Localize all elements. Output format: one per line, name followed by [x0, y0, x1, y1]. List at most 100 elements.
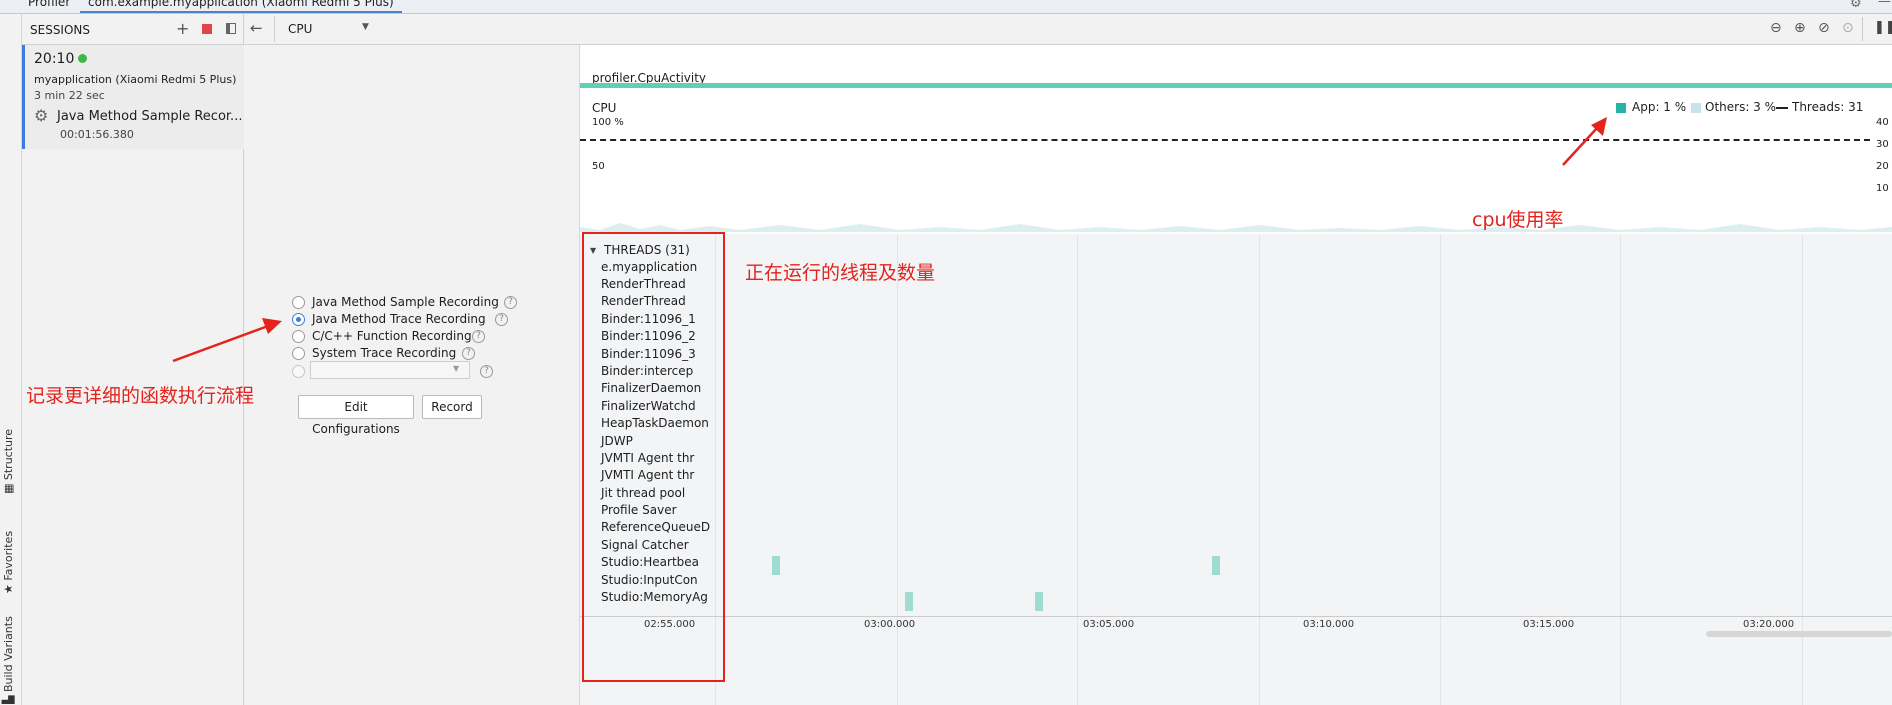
option-system-trace-label: System Trace Recording: [312, 346, 457, 360]
radio-system-trace[interactable]: [292, 347, 305, 360]
right-axis-40: 40: [1876, 117, 1889, 128]
app-legend-label: App: 1 %: [1632, 100, 1687, 114]
right-axis-30: 30: [1876, 139, 1889, 150]
right-axis-10: 10: [1876, 183, 1889, 194]
go-live-icon[interactable]: ⊙: [1842, 20, 1854, 36]
favorites-label: Favorites: [2, 530, 15, 581]
profiler-toolbar: ← CPU ▼: [244, 14, 580, 45]
toolbar-divider: [1862, 17, 1863, 41]
structure-label: Structure: [2, 428, 15, 481]
time-tick: 03:10.000: [1303, 619, 1355, 630]
sessions-panel: SESSIONS + 20:10 myapplication (Xiaomi R…: [22, 14, 244, 705]
threads-legend-swatch: [1776, 107, 1788, 109]
thread-activity-block[interactable]: [1035, 592, 1043, 611]
help-icon[interactable]: ?: [480, 365, 493, 378]
threads-chart: ▼ THREADS (31) e.myapplication RenderThr…: [580, 234, 1892, 705]
time-tick: 03:05.000: [1083, 619, 1135, 630]
recording-options-panel: Java Method Sample Recording ? Java Meth…: [244, 45, 580, 705]
activity-bar[interactable]: [580, 83, 1892, 88]
back-arrow-icon[interactable]: ←: [250, 19, 263, 37]
radio-java-trace[interactable]: [292, 313, 305, 326]
others-legend-label: Others: 3 %: [1705, 100, 1777, 114]
thread-activity-block[interactable]: [1212, 556, 1220, 575]
gridline: [1440, 234, 1441, 705]
option-java-sample-label: Java Method Sample Recording: [312, 295, 499, 309]
session-time: 20:10: [34, 51, 75, 67]
structure-tab[interactable]: ▦ Structure: [2, 429, 15, 494]
minimize-icon[interactable]: —: [1878, 0, 1891, 9]
timeline: profiler.CpuActivity CPU 100 % 50 40 30 …: [580, 45, 1892, 705]
star-icon: ★: [2, 580, 15, 594]
tab-session[interactable]: com.example.myapplication (Xiaomi Redmi …: [80, 0, 402, 13]
radio-custom-config[interactable]: [292, 365, 305, 378]
help-icon[interactable]: ?: [495, 313, 508, 326]
cpu-usage-area: [580, 223, 1892, 232]
thread-activity-block[interactable]: [772, 556, 780, 575]
help-icon[interactable]: ?: [462, 347, 475, 360]
zoom-out-icon[interactable]: ⊖: [1770, 20, 1782, 36]
threads-legend-label: Threads: 31: [1792, 100, 1864, 114]
time-tick: 03:15.000: [1523, 619, 1575, 630]
right-axis-20: 20: [1876, 161, 1889, 172]
monitor-selector[interactable]: CPU ▼: [278, 17, 378, 41]
others-legend-swatch: [1691, 103, 1701, 113]
build-variants-label: Build Variants: [2, 616, 15, 693]
session-app: myapplication (Xiaomi Redmi 5 Plus): [34, 73, 237, 86]
cpu-usage-annotation: cpu使用率: [1472, 209, 1564, 231]
time-tick: 03:00.000: [864, 619, 916, 630]
gear-icon[interactable]: ⚙: [1850, 0, 1862, 11]
gridline: [1077, 234, 1078, 705]
option-cpp-function-label: C/C++ Function Recording: [312, 329, 472, 343]
time-tick: 03:20.000: [1743, 619, 1795, 630]
cpu-label: CPU: [592, 101, 617, 115]
radio-cpp-function[interactable]: [292, 330, 305, 343]
recording-gear-icon: ⚙: [34, 106, 49, 125]
tab-profiler[interactable]: Profiler: [28, 0, 70, 9]
chevron-down-icon: ▼: [453, 364, 460, 373]
record-detail-annotation: 记录更详细的函数执行流程: [26, 385, 255, 407]
gridline: [897, 234, 898, 705]
threads-count-line: [580, 139, 1870, 141]
thread-activity-block[interactable]: [905, 592, 913, 611]
timeline-toolbar: ⊖ ⊕ ⊘ ⊙ ❚❚: [580, 14, 1892, 45]
y-axis-50: 50: [592, 161, 605, 172]
threads-highlight-box: [582, 232, 725, 682]
live-status-icon: [78, 54, 87, 63]
collapse-panel-icon[interactable]: [226, 23, 236, 34]
pause-icon[interactable]: ❚❚: [1874, 20, 1892, 35]
horizontal-scrollbar[interactable]: [1706, 631, 1892, 637]
tool-window-strip: ▦ Structure ★ Favorites ▙ Build Variants: [0, 14, 22, 705]
app-legend-swatch: [1616, 103, 1626, 113]
record-button[interactable]: Record: [422, 395, 482, 419]
structure-icon: ▦: [2, 480, 15, 494]
tab-bar: Profiler com.example.myapplication (Xiao…: [0, 0, 1892, 14]
recording-time: 00:01:56.380: [60, 128, 134, 141]
gridline: [1259, 234, 1260, 705]
session-item[interactable]: 20:10 myapplication (Xiaomi Redmi 5 Plus…: [22, 45, 244, 149]
y-axis-100: 100 %: [592, 117, 624, 128]
add-session-icon[interactable]: +: [176, 19, 189, 38]
build-variants-icon: ▙: [2, 692, 15, 704]
sessions-title: SESSIONS: [30, 23, 91, 37]
monitor-selector-value: CPU: [288, 22, 313, 36]
time-axis-line: [580, 616, 1892, 617]
radio-java-sample[interactable]: [292, 296, 305, 309]
stop-session-icon[interactable]: [202, 24, 212, 34]
custom-config-dropdown[interactable]: ▼: [310, 361, 470, 379]
reset-zoom-icon[interactable]: ⊘: [1818, 20, 1830, 36]
threads-annotation: 正在运行的线程及数量: [745, 262, 936, 284]
help-icon[interactable]: ?: [504, 296, 517, 309]
chevron-down-icon: ▼: [362, 22, 369, 32]
recording-name[interactable]: Java Method Sample Recor...: [57, 109, 242, 124]
option-java-trace-label: Java Method Trace Recording: [312, 312, 486, 326]
gridline: [1620, 234, 1621, 705]
build-variants-tab[interactable]: ▙ Build Variants: [2, 616, 15, 704]
session-duration: 3 min 22 sec: [34, 89, 105, 102]
cpu-usage-chart[interactable]: CPU 100 % 50 40 30 20 10 App: 1 % Others…: [580, 95, 1892, 232]
toolbar-divider: [274, 16, 275, 42]
help-icon[interactable]: ?: [472, 330, 485, 343]
edit-configurations-button[interactable]: Edit Configurations: [298, 395, 414, 436]
favorites-tab[interactable]: ★ Favorites: [2, 531, 15, 594]
zoom-in-icon[interactable]: ⊕: [1794, 20, 1806, 36]
sessions-header: SESSIONS +: [22, 14, 243, 45]
